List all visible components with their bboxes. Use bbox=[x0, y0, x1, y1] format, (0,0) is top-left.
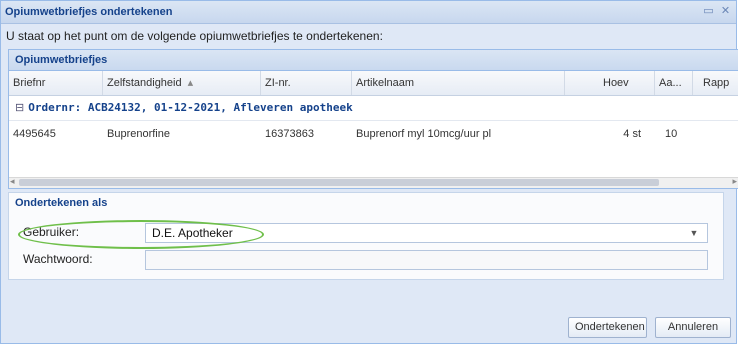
restore-icon[interactable]: ▭ bbox=[702, 5, 715, 18]
cell-zinr: 16373863 bbox=[265, 128, 314, 140]
opiumwet-grid: Opiumwetbriefjes Briefnr Zelfstandigheid… bbox=[8, 49, 738, 189]
horizontal-scrollbar[interactable]: ◂ ▸ bbox=[9, 176, 738, 188]
scroll-left-icon[interactable]: ◂ bbox=[10, 176, 15, 187]
column-header-briefnr[interactable]: Briefnr bbox=[9, 71, 103, 95]
cell-artikelnaam: Buprenorf myl 10mcg/uur pl bbox=[356, 128, 492, 140]
scroll-right-icon[interactable]: ▸ bbox=[732, 176, 737, 187]
cell-hoev: 4 st bbox=[623, 128, 641, 140]
cell-briefnr: 4495645 bbox=[13, 128, 56, 140]
group-label: Ordernr: ACB24132, 01-12-2021, Afleveren… bbox=[28, 101, 353, 114]
cell-rapp bbox=[693, 121, 738, 147]
prompt-text: U staat op het punt om de volgende opium… bbox=[6, 29, 383, 43]
column-header-hoev[interactable]: Hoev bbox=[565, 71, 655, 95]
column-header-zelfstandigheid[interactable]: Zelfstandigheid ▴ bbox=[103, 71, 261, 95]
collapse-group-icon[interactable]: ⊟ bbox=[15, 102, 24, 114]
column-header-rapp[interactable]: Rapp bbox=[693, 71, 738, 95]
user-select[interactable]: D.E. Apotheker ▼ bbox=[145, 223, 708, 243]
window-tools: ▭ ✕ bbox=[702, 5, 732, 18]
column-header-zelfstandigheid-label: Zelfstandigheid bbox=[107, 77, 182, 89]
sign-dialog: Opiumwetbriefjes ondertekenen ▭ ✕ U staa… bbox=[0, 0, 738, 344]
cancel-button[interactable]: Annuleren bbox=[655, 317, 731, 338]
sign-as-title: Ondertekenen als bbox=[15, 197, 108, 209]
dialog-titlebar: Opiumwetbriefjes ondertekenen ▭ ✕ bbox=[1, 1, 736, 24]
cell-aa: 10 bbox=[665, 128, 678, 140]
grid-title: Opiumwetbriefjes bbox=[9, 50, 738, 71]
close-icon[interactable]: ✕ bbox=[719, 5, 732, 18]
user-select-value: D.E. Apotheker bbox=[152, 226, 233, 240]
password-field[interactable] bbox=[145, 250, 708, 270]
column-header-aa[interactable]: Aa... bbox=[655, 71, 693, 95]
user-label: Gebruiker: bbox=[23, 225, 80, 239]
sort-ascending-icon: ▴ bbox=[187, 77, 194, 89]
table-row[interactable]: 4495645 Buprenorfine 16373863 Buprenorf … bbox=[9, 121, 738, 147]
cell-zelfstandigheid: Buprenorfine bbox=[107, 128, 170, 140]
column-header-zinr[interactable]: ZI-nr. bbox=[261, 71, 352, 95]
sign-button[interactable]: Ondertekenen bbox=[568, 317, 647, 338]
password-label: Wachtwoord: bbox=[23, 252, 93, 266]
dialog-title: Opiumwetbriefjes ondertekenen bbox=[5, 6, 173, 18]
group-header-row[interactable]: ⊟ Ordernr: ACB24132, 01-12-2021, Aflevere… bbox=[9, 96, 738, 121]
scrollbar-thumb[interactable] bbox=[19, 179, 659, 186]
column-header-artikelnaam[interactable]: Artikelnaam bbox=[352, 71, 565, 95]
chevron-down-icon[interactable]: ▼ bbox=[687, 224, 701, 242]
grid-header-row: Briefnr Zelfstandigheid ▴ ZI-nr. Artikel… bbox=[9, 71, 738, 96]
